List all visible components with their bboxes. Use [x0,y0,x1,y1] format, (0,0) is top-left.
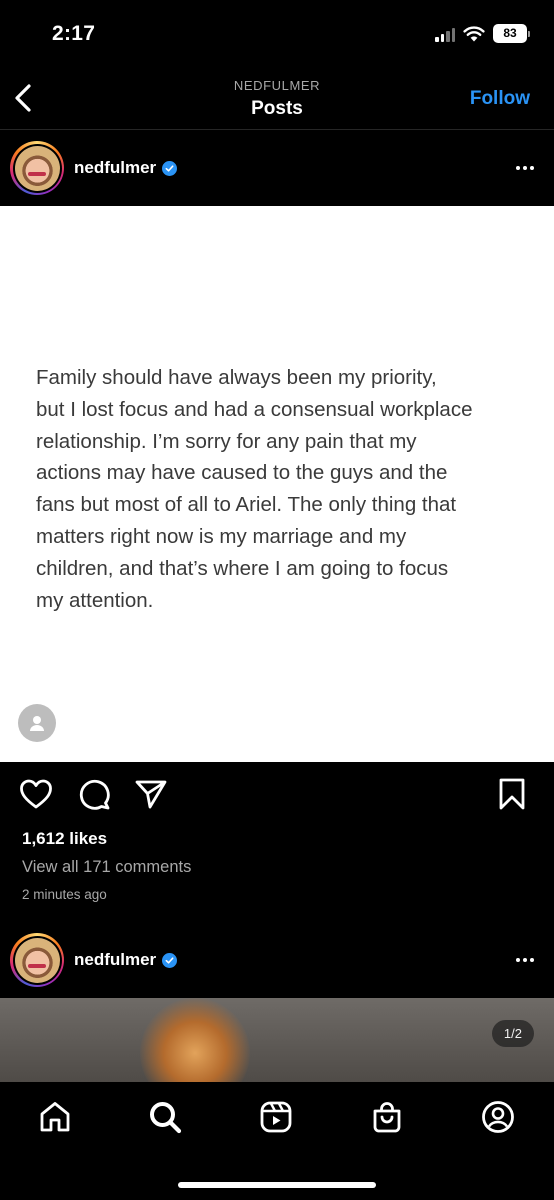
comment-button[interactable] [76,776,112,812]
wifi-icon [463,25,485,41]
post-statement-text: Family should have always been my priori… [36,366,473,612]
more-options-icon[interactable] [516,958,534,962]
post-username[interactable]: nedfulmer [74,950,178,970]
post-actions [0,776,554,816]
tab-search[interactable] [147,1099,183,1135]
avatar[interactable] [10,141,64,195]
view-comments-link[interactable]: View all 171 comments [22,858,191,877]
more-options-icon[interactable] [516,166,534,170]
tab-home[interactable] [37,1099,73,1135]
tagged-people-icon[interactable] [18,704,56,742]
follow-button[interactable]: Follow [470,88,530,110]
username-label: nedfulmer [74,158,157,177]
verified-badge-icon [162,952,178,968]
status-icons: 83 [435,24,530,43]
battery-icon: 83 [493,24,530,43]
photo-light [140,998,250,1082]
profile-icon [482,1101,514,1133]
share-icon [135,780,167,809]
home-indicator[interactable] [178,1182,376,1188]
status-bar: 2:17 83 [0,0,554,70]
like-button[interactable] [18,776,54,812]
verified-badge-icon [162,160,178,176]
reels-icon [260,1101,292,1133]
post-header: nedfulmer [0,130,554,206]
comment-icon [79,779,110,810]
bookmark-icon [499,778,525,810]
status-time: 2:17 [52,22,96,45]
post-timestamp: 2 minutes ago [22,887,107,902]
share-button[interactable] [133,776,169,812]
home-icon [40,1102,70,1132]
battery-level: 83 [493,24,527,43]
username-label: nedfulmer [74,950,157,969]
post-image[interactable]: 1/2 [0,998,554,1082]
avatar[interactable] [10,933,64,987]
carousel-counter: 1/2 [491,1020,534,1047]
tab-reels[interactable] [258,1099,294,1135]
tab-shop[interactable] [369,1099,405,1135]
heart-icon [20,779,52,809]
post-image[interactable]: Family should have always been my priori… [0,206,554,762]
tab-profile[interactable] [480,1099,516,1135]
avatar-image [14,937,60,983]
nav-header: NEDFULMER Posts Follow [0,70,554,130]
avatar-image [14,145,60,191]
cellular-signal-icon [435,26,455,42]
likes-count[interactable]: 1,612 likes [22,829,107,849]
search-icon [150,1102,182,1134]
save-button[interactable] [494,776,530,812]
shop-icon [373,1102,401,1133]
post-username[interactable]: nedfulmer [74,158,178,178]
post-header: nedfulmer [0,922,554,998]
